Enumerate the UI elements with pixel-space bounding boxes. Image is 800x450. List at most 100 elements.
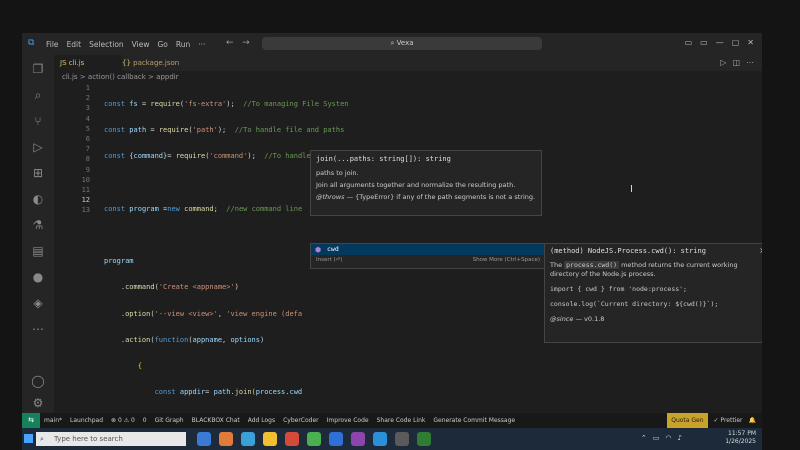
details-since: @since — v0.1.8 (545, 312, 762, 327)
clock-time: 11:57 PM (728, 430, 756, 437)
title-bar: ⧉ File Edit Selection View Go Run ··· ← … (22, 33, 762, 55)
problems-indicator[interactable]: ⊗ 0 ⚠ 0 (111, 413, 135, 428)
hint-description: Join all arguments together and normaliz… (316, 181, 516, 189)
launchpad-button[interactable]: Launchpad (70, 413, 103, 428)
add-logs-button[interactable]: Add Logs (248, 413, 275, 428)
menu-more[interactable]: ··· (198, 40, 205, 49)
search-label: Vexa (396, 39, 414, 47)
chrome-icon[interactable] (307, 432, 321, 446)
cybercoder-button[interactable]: CyberCoder (283, 413, 319, 428)
remote-icon[interactable]: ◐ (30, 191, 46, 207)
volume-icon[interactable]: ♪ (678, 434, 682, 442)
blackbox-icon[interactable]: ◈ (30, 295, 46, 311)
show-more-link[interactable]: Show More (Ctrl+Space) (473, 255, 540, 266)
system-tray: ⌃ ▭ ◠ ♪ (641, 434, 682, 442)
share-code-link-button[interactable]: Share Code Link (377, 413, 426, 428)
menu-edit[interactable]: Edit (67, 40, 82, 49)
status-bar-left: main* Launchpad ⊗ 0 ⚠ 0 0 Git Graph BLAC… (44, 413, 515, 428)
bell-icon[interactable]: 🔔 (749, 413, 756, 428)
more-icon[interactable]: ⋯ (30, 321, 46, 337)
close-icon[interactable]: × (759, 246, 762, 255)
folder-icon[interactable] (263, 432, 277, 446)
layout-icon[interactable]: ▭ (685, 38, 693, 47)
menu-selection[interactable]: Selection (89, 40, 124, 49)
branch-indicator[interactable]: main* (44, 413, 62, 428)
app-icon[interactable] (197, 432, 211, 446)
app-icon[interactable] (395, 432, 409, 446)
tab-package-json[interactable]: {} package.json (116, 55, 198, 71)
taskbar-search-input[interactable]: ⌕ Type here to search (36, 432, 186, 446)
git-graph-button[interactable]: Git Graph (155, 413, 184, 428)
forward-arrow-icon[interactable]: → (242, 38, 250, 48)
vscode-logo-icon: ⧉ (28, 38, 35, 48)
run-debug-icon[interactable]: ▷ (30, 139, 46, 155)
suggestion-details-panel: (method) NodeJS.Process.cwd(): string × … (544, 243, 762, 343)
app-icon[interactable] (219, 432, 233, 446)
app-icon[interactable] (329, 432, 343, 446)
account-icon[interactable]: ◯ (30, 373, 46, 389)
hint-param: paths to join. (316, 169, 359, 177)
split-editor-icon[interactable]: ◫ (732, 58, 740, 67)
chat-icon[interactable]: ▤ (30, 243, 46, 259)
menu-file[interactable]: File (46, 40, 59, 49)
taskbar-clock[interactable]: 11:57 PM 1/26/2025 (725, 430, 756, 446)
status-bar-right: Quota Gen ✓ Prettier 🔔 (667, 413, 756, 428)
details-import-example: import { cwd } from 'node:process'; (550, 285, 687, 293)
blackbox-chat-button[interactable]: BLACKBOX Chat (192, 413, 240, 428)
more-actions-icon[interactable]: ⋯ (746, 58, 754, 67)
minimize-icon[interactable]: — (716, 38, 724, 47)
app-icon[interactable] (241, 432, 255, 446)
prettier-indicator[interactable]: ✓ Prettier (714, 413, 743, 428)
line-number: 5 (85, 124, 90, 133)
improve-code-button[interactable]: Improve Code (327, 413, 369, 428)
command-center-search[interactable]: ⌕ Vexa (262, 37, 542, 50)
back-arrow-icon[interactable]: ← (226, 38, 234, 48)
nav-arrows: ← → (226, 38, 250, 48)
windows-taskbar: ⌕ Type here to search ⌃ ▭ ◠ ♪ 11:57 PM 1… (22, 428, 762, 450)
line-number: 1 (85, 84, 90, 92)
vscode-taskbar-icon[interactable] (373, 432, 387, 446)
line-number: 9 (85, 165, 90, 174)
tab-label: package.json (133, 59, 180, 67)
current-line-number: 12 (81, 196, 90, 205)
explorer-icon[interactable]: ❐ (30, 61, 46, 77)
chevron-up-icon[interactable]: ⌃ (641, 434, 647, 442)
app-icon[interactable] (285, 432, 299, 446)
extensions-icon[interactable]: ⊞ (30, 165, 46, 181)
maximize-icon[interactable]: ▢ (732, 38, 740, 47)
breadcrumb: cli.js > action() callback > appdir (54, 71, 762, 83)
menu-run[interactable]: Run (176, 40, 190, 49)
generate-commit-button[interactable]: Generate Commit Message (433, 413, 515, 428)
clock-date: 1/26/2025 (725, 438, 756, 445)
panel-icon[interactable]: ▭ (700, 38, 708, 47)
insert-hint: Insert (⏎) (316, 257, 343, 263)
remote-indicator-icon[interactable]: ⇆ (22, 413, 40, 428)
suggestion-widget: ⬢ cwd Insert (⏎) Show More (Ctrl+Space) (310, 243, 546, 269)
menu-view[interactable]: View (132, 40, 150, 49)
wifi-icon[interactable]: ◠ (665, 434, 671, 442)
breadcrumb-symbol[interactable]: appdir (156, 73, 178, 81)
line-number: 3 (85, 104, 90, 113)
breadcrumb-file[interactable]: cli.js (62, 73, 78, 81)
tab-cli-js[interactable]: JS cli.js (54, 55, 122, 71)
ports-indicator[interactable]: 0 (143, 413, 147, 428)
quota-badge[interactable]: Quota Gen (667, 413, 708, 428)
gear-icon[interactable]: ⚙ (30, 395, 46, 411)
windows-start-icon[interactable] (24, 434, 33, 443)
search-sidebar-icon[interactable]: ⌕ (30, 87, 46, 103)
breadcrumb-scope[interactable]: action() callback (88, 73, 146, 81)
app-icon[interactable] (417, 432, 431, 446)
testing-icon[interactable]: ⚗ (30, 217, 46, 233)
app-icon[interactable] (351, 432, 365, 446)
suggestion-item-cwd[interactable]: ⬢ cwd (311, 244, 545, 255)
throws-text: — {TypeError} if any of the path segment… (344, 193, 536, 201)
github-icon[interactable]: ● (30, 269, 46, 285)
close-icon[interactable]: ✕ (747, 38, 754, 47)
battery-icon[interactable]: ▭ (653, 434, 660, 442)
run-icon[interactable]: ▷ (720, 58, 726, 67)
line-number: 8 (85, 155, 90, 164)
status-bar: ⇆ main* Launchpad ⊗ 0 ⚠ 0 0 Git Graph BL… (22, 413, 762, 428)
menu-go[interactable]: Go (157, 40, 167, 49)
source-control-icon[interactable]: ⑂ (30, 113, 46, 129)
